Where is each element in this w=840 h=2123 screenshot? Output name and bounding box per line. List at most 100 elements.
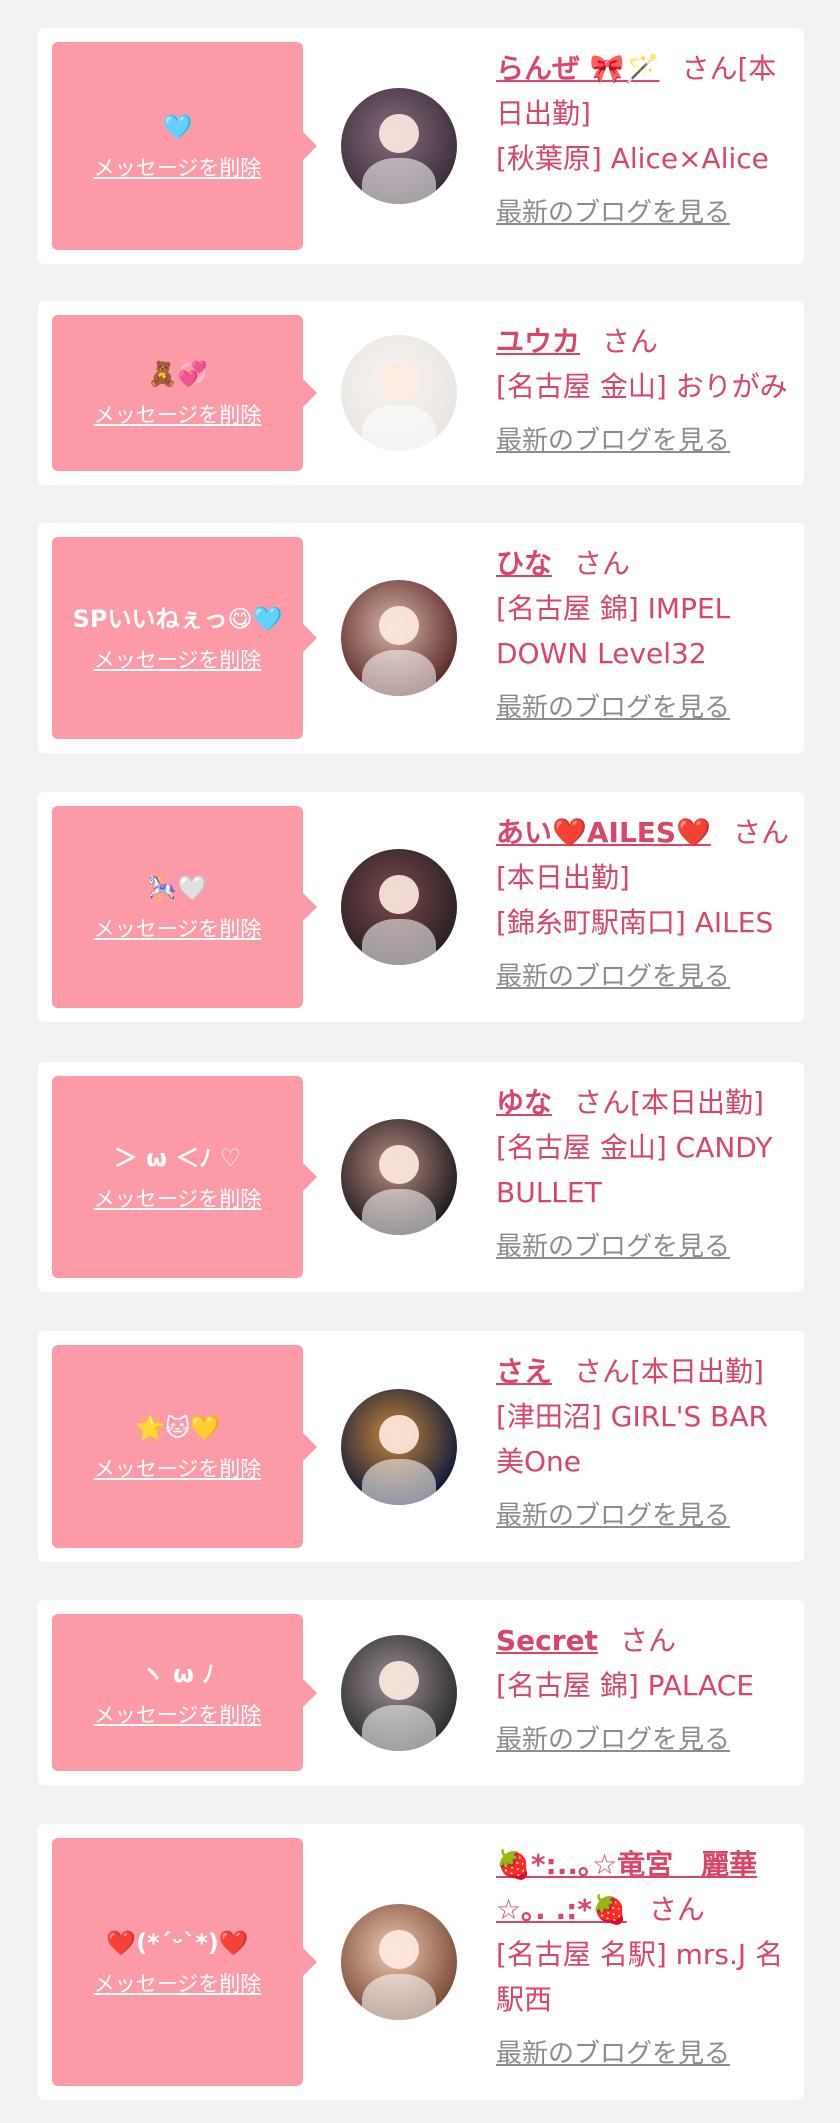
message-text: 🎠🤍 [147, 874, 208, 902]
latest-blog-link[interactable]: 最新のブログを見る [496, 419, 790, 464]
profile-info: ゆな さん[本日出勤] [名古屋 金山] CANDY BULLET 最新のブログを… [496, 1080, 790, 1270]
latest-blog-link[interactable]: 最新のブログを見る [496, 2032, 790, 2077]
profile-name-link[interactable]: らんぜ 🎀🪄 [496, 52, 659, 85]
shop-label: [名古屋 名駅] mrs.J 名駅西 [496, 1938, 784, 2016]
message-bubble: 🌟🐱💛 メッセージを削除 [52, 1345, 317, 1548]
message-bubble: 🧸💞 メッセージを削除 [52, 315, 317, 471]
shop-label: [名古屋 金山] CANDY BULLET [496, 1131, 773, 1209]
avatar-body-shape [361, 649, 437, 696]
message-text: SPいいねぇっ😋🩵 [72, 605, 283, 633]
message-text: ＞ ω ＜ﾉ ♡ [113, 1144, 242, 1172]
status-label: [本日出勤] [630, 1355, 764, 1388]
honorific-label: さん [574, 547, 631, 580]
avatar-head-shape [379, 605, 419, 645]
avatar-body-shape [361, 1973, 437, 2020]
honorific-label: さん [619, 1624, 676, 1657]
message-card: SPいいねぇっ😋🩵 メッセージを削除 ひな さん [名古屋 錦] IMPEL DO… [38, 523, 804, 753]
message-bubble: ＞ ω ＜ﾉ ♡ メッセージを削除 [52, 1076, 317, 1278]
avatar[interactable] [341, 1904, 457, 2020]
avatar-body-shape [361, 1188, 437, 1235]
avatar-body-shape [361, 1458, 437, 1505]
avatar-body-shape [361, 1704, 437, 1751]
shop-label: [名古屋 錦] IMPEL DOWN Level32 [496, 592, 731, 670]
profile-info: ユウカ さん [名古屋 金山] おりがみ 最新のブログを見る [496, 319, 790, 464]
latest-blog-link[interactable]: 最新のブログを見る [496, 1494, 790, 1539]
message-card: ❤️(*´ᵕ`*)❤️ メッセージを削除 🍓*:..｡☆竜宮 麗華☆｡. .:*… [38, 1824, 804, 2100]
honorific-label: さん [574, 1086, 631, 1119]
avatar-head-shape [379, 874, 419, 914]
profile-name-link[interactable]: ゆな [496, 1086, 552, 1119]
profile-info: らんぜ 🎀🪄 さん[本日出勤] [秋葉原] Alice×Alice 最新のブログを… [496, 46, 790, 236]
avatar[interactable] [341, 1389, 457, 1505]
avatar-head-shape [379, 113, 419, 153]
honorific-label: さん [681, 52, 738, 85]
message-text: ヽ ω ﾉ [140, 1659, 215, 1688]
delete-message-link[interactable]: メッセージを削除 [94, 644, 262, 674]
avatar[interactable] [341, 1635, 457, 1751]
avatar-head-shape [379, 1929, 419, 1969]
delete-message-link[interactable]: メッセージを削除 [94, 1183, 262, 1213]
latest-blog-link[interactable]: 最新のブログを見る [496, 1225, 790, 1270]
delete-message-link[interactable]: メッセージを削除 [94, 913, 262, 943]
profile-name-link[interactable]: ユウカ [496, 325, 580, 358]
honorific-label: さん [732, 816, 789, 849]
avatar-body-shape [361, 918, 437, 965]
message-card: 🧸💞 メッセージを削除 ユウカ さん [名古屋 金山] おりがみ 最新のブログを見… [38, 301, 804, 485]
message-bubble: 🎠🤍 メッセージを削除 [52, 806, 317, 1008]
message-text: 🧸💞 [147, 360, 208, 388]
delete-message-link[interactable]: メッセージを削除 [94, 1699, 262, 1729]
honorific-label: さん [648, 1893, 705, 1926]
latest-blog-link[interactable]: 最新のブログを見る [496, 191, 790, 236]
avatar-head-shape [379, 1144, 419, 1184]
status-label: [本日出勤] [630, 1086, 764, 1119]
profile-info: あい❤️AILES❤️ さん [本日出勤] [錦糸町駅南口] AILES 最新のブロ… [496, 810, 790, 1000]
profile-name-link[interactable]: さえ [496, 1355, 552, 1388]
honorific-label: さん [574, 1355, 631, 1388]
message-card: ＞ ω ＜ﾉ ♡ メッセージを削除 ゆな さん[本日出勤] [名古屋 金山] CA… [38, 1062, 804, 1292]
shop-label: [名古屋 金山] おりがみ [496, 370, 788, 403]
avatar[interactable] [341, 335, 457, 451]
message-text: ❤️(*´ᵕ`*)❤️ [106, 1929, 249, 1957]
avatar[interactable] [341, 1119, 457, 1235]
profile-name-link[interactable]: ひな [496, 547, 552, 580]
profile-name-link[interactable]: Secret [496, 1624, 598, 1657]
message-text: 🩵 [162, 113, 193, 141]
delete-message-link[interactable]: メッセージを削除 [94, 399, 262, 429]
message-bubble: ❤️(*´ᵕ`*)❤️ メッセージを削除 [52, 1838, 317, 2086]
message-bubble: SPいいねぇっ😋🩵 メッセージを削除 [52, 537, 317, 739]
avatar[interactable] [341, 849, 457, 965]
delete-message-link[interactable]: メッセージを削除 [94, 1968, 262, 1998]
avatar-head-shape [379, 1660, 419, 1700]
avatar[interactable] [341, 580, 457, 696]
profile-name-link[interactable]: あい❤️AILES❤️ [496, 816, 711, 849]
avatar-body-shape [361, 157, 437, 204]
latest-blog-link[interactable]: 最新のブログを見る [496, 686, 790, 731]
avatar-head-shape [379, 1414, 419, 1454]
shop-label: [錦糸町駅南口] AILES [496, 906, 774, 939]
message-card: 🩵 メッセージを削除 らんぜ 🎀🪄 さん[本日出勤] [秋葉原] Alice×Al… [38, 28, 804, 264]
avatar-body-shape [361, 404, 437, 451]
honorific-label: さん [602, 325, 659, 358]
shop-label: [津田沼] GIRL'S BAR 美One [496, 1400, 768, 1478]
message-card: 🎠🤍 メッセージを削除 あい❤️AILES❤️ さん [本日出勤] [錦糸町駅南口]… [38, 792, 804, 1022]
shop-label: [名古屋 錦] PALACE [496, 1669, 755, 1702]
avatar[interactable] [341, 88, 457, 204]
latest-blog-link[interactable]: 最新のブログを見る [496, 955, 790, 1000]
profile-name-link[interactable]: 🍓*:..｡☆竜宮 麗華☆｡. .:*🍓 [496, 1848, 757, 1926]
avatar-head-shape [379, 360, 419, 400]
delete-message-link[interactable]: メッセージを削除 [94, 152, 262, 182]
latest-blog-link[interactable]: 最新のブログを見る [496, 1718, 790, 1763]
message-card: ヽ ω ﾉ メッセージを削除 Secret さん [名古屋 錦] PALACE 最… [38, 1600, 804, 1785]
message-bubble: 🩵 メッセージを削除 [52, 42, 317, 250]
delete-message-link[interactable]: メッセージを削除 [94, 1453, 262, 1483]
message-bubble: ヽ ω ﾉ メッセージを削除 [52, 1614, 317, 1771]
profile-info: 🍓*:..｡☆竜宮 麗華☆｡. .:*🍓 さん [名古屋 名駅] mrs.J 名駅… [496, 1842, 790, 2077]
message-text: 🌟🐱💛 [135, 1413, 220, 1442]
message-list: 🩵 メッセージを削除 らんぜ 🎀🪄 さん[本日出勤] [秋葉原] Alice×Al… [0, 0, 840, 2123]
profile-info: Secret さん [名古屋 錦] PALACE 最新のブログを見る [496, 1618, 790, 1763]
shop-label: [秋葉原] Alice×Alice [496, 142, 769, 175]
status-label: [本日出勤] [496, 861, 630, 894]
profile-info: ひな さん [名古屋 錦] IMPEL DOWN Level32 最新のブログを見… [496, 541, 790, 731]
profile-info: さえ さん[本日出勤] [津田沼] GIRL'S BAR 美One 最新のブログを… [496, 1349, 790, 1539]
message-card: 🌟🐱💛 メッセージを削除 さえ さん[本日出勤] [津田沼] GIRL'S BAR… [38, 1331, 804, 1562]
